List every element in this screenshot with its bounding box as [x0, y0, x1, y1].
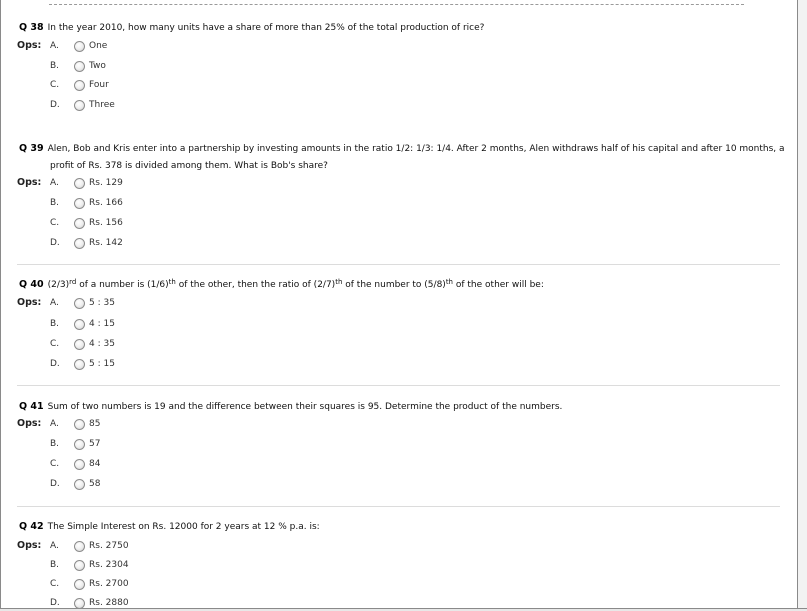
ops-label: Ops:: [17, 297, 42, 308]
option-text: Four: [89, 80, 109, 90]
question-number: Q 39: [19, 143, 44, 154]
question-text-line-1: Alen, Bob and Kris enter into a partners…: [47, 144, 785, 154]
radio-button[interactable]: [74, 579, 85, 590]
option-text: Rs. 166: [89, 198, 123, 208]
option-letter: D.: [50, 100, 60, 110]
radio-button[interactable]: [74, 560, 85, 571]
option-text: Rs. 129: [89, 178, 123, 188]
question-divider: [17, 264, 780, 265]
radio-button[interactable]: [74, 339, 85, 350]
radio-button[interactable]: [74, 459, 85, 470]
radio-button[interactable]: [74, 238, 85, 249]
option-text: Rs. 2304: [89, 560, 129, 570]
question-divider: [17, 385, 780, 386]
option-text: 4 : 15: [89, 319, 115, 329]
option-text: 58: [89, 479, 101, 489]
option-letter: B.: [50, 198, 60, 208]
option-text: 5 : 35: [89, 298, 115, 308]
option-letter: D.: [50, 598, 60, 608]
option-text: Rs. 156: [89, 218, 123, 228]
radio-button[interactable]: [74, 218, 85, 229]
option-text: 57: [89, 439, 101, 449]
top-dashed-separator: [49, 4, 744, 5]
option-letter: B.: [50, 61, 60, 71]
option-text: 85: [89, 419, 101, 429]
radio-button[interactable]: [74, 439, 85, 450]
option-text: 84: [89, 459, 101, 469]
option-text: Rs. 2750: [89, 541, 129, 551]
radio-button[interactable]: [74, 479, 85, 490]
radio-button[interactable]: [74, 80, 85, 91]
option-text: Rs. 2700: [89, 579, 129, 589]
option-letter: D.: [50, 238, 60, 248]
option-letter: A.: [50, 41, 59, 51]
radio-button[interactable]: [74, 598, 85, 609]
option-text: Rs. 142: [89, 238, 123, 248]
option-letter: B.: [50, 439, 60, 449]
option-text: Two: [89, 61, 106, 71]
ops-label: Ops:: [17, 177, 42, 188]
option-letter: D.: [50, 359, 60, 369]
option-letter: C.: [50, 579, 60, 589]
option-letter: A.: [50, 419, 59, 429]
radio-button[interactable]: [74, 100, 85, 111]
radio-button[interactable]: [74, 178, 85, 189]
question-text: Sum of two numbers is 19 and the differe…: [47, 402, 563, 412]
ops-label: Ops:: [17, 540, 42, 551]
vertical-scrollbar-track[interactable]: [797, 0, 807, 611]
radio-button[interactable]: [74, 319, 85, 330]
option-letter: A.: [50, 178, 59, 188]
radio-button[interactable]: [74, 61, 85, 72]
option-letter: C.: [50, 339, 60, 349]
radio-button[interactable]: [74, 41, 85, 52]
question-number: Q 42: [19, 521, 44, 532]
option-text: 5 : 15: [89, 359, 115, 369]
radio-button[interactable]: [74, 298, 85, 309]
question-text-line-2: profit of Rs. 378 is divided among them.…: [50, 161, 328, 171]
ops-label: Ops:: [17, 418, 42, 429]
option-letter: C.: [50, 218, 60, 228]
option-letter: A.: [50, 298, 59, 308]
question-number: Q 38: [19, 22, 44, 33]
question-number: Q 40: [19, 279, 44, 290]
question-text: In the year 2010, how many units have a …: [47, 23, 485, 33]
option-text: Three: [89, 100, 115, 110]
option-letter: B.: [50, 319, 60, 329]
question-text: (2/3)rd of a number is (1/6)th of the ot…: [47, 278, 544, 290]
radio-button[interactable]: [74, 359, 85, 370]
option-letter: B.: [50, 560, 60, 570]
option-letter: C.: [50, 80, 60, 90]
option-letter: A.: [50, 541, 59, 551]
question-text: The Simple Interest on Rs. 12000 for 2 y…: [47, 522, 320, 532]
option-text: Rs. 2880: [89, 598, 129, 608]
ops-label: Ops:: [17, 40, 42, 51]
option-letter: D.: [50, 479, 60, 489]
radio-button[interactable]: [74, 541, 85, 552]
window-left-border: [0, 0, 1, 611]
option-text: 4 : 35: [89, 339, 115, 349]
radio-button[interactable]: [74, 419, 85, 430]
question-number: Q 41: [19, 401, 44, 412]
option-text: One: [89, 41, 108, 51]
option-letter: C.: [50, 459, 60, 469]
radio-button[interactable]: [74, 198, 85, 209]
question-divider: [17, 506, 780, 507]
